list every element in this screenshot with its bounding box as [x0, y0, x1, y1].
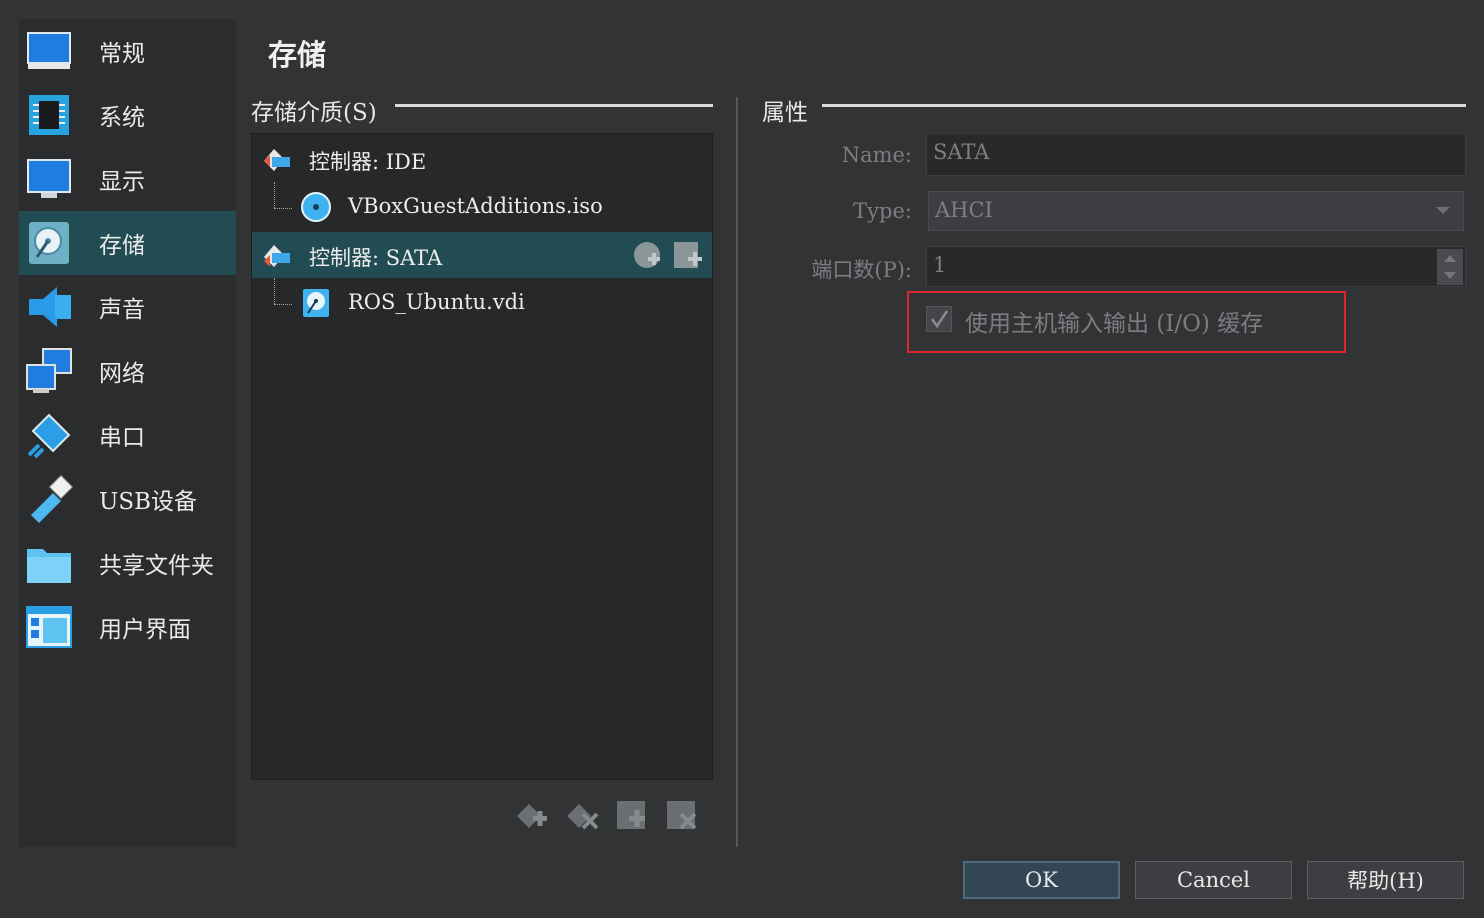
type-select-value: AHCI — [935, 198, 993, 222]
port-count-value: 1 — [933, 253, 947, 277]
ok-button[interactable]: OK — [963, 861, 1120, 899]
cancel-button[interactable]: Cancel — [1135, 861, 1292, 899]
remove-controller-icon[interactable] — [565, 798, 599, 832]
add-attachment-icon[interactable] — [615, 798, 649, 832]
usb-icon — [31, 475, 73, 523]
sidebar-item-usb[interactable]: USB设备 — [19, 467, 236, 531]
tree-item-label: VBoxGuestAdditions.iso — [348, 194, 603, 218]
sidebar-item-user-interface[interactable]: 用户界面 — [19, 595, 236, 659]
help-button[interactable]: 帮助(H) — [1307, 861, 1464, 899]
sidebar-item-label: 系统 — [99, 105, 145, 131]
section-divider — [395, 104, 713, 107]
storage-section-title: 存储介质(S) — [251, 100, 377, 126]
sidebar-item-label: 显示 — [99, 169, 145, 195]
sidebar-item-network[interactable]: 网络 — [19, 339, 236, 403]
spin-buttons[interactable] — [1437, 249, 1463, 285]
sidebar-item-audio[interactable]: 声音 — [19, 275, 236, 339]
spin-up-icon[interactable] — [1443, 254, 1457, 263]
sidebar-item-shared-folders[interactable]: 共享文件夹 — [19, 531, 236, 595]
sidebar-item-storage[interactable]: 存储 — [19, 211, 236, 275]
sidebar-item-label: 共享文件夹 — [99, 553, 214, 579]
port-count-spinbox[interactable]: 1 — [926, 246, 1466, 287]
sidebar-item-display[interactable]: 显示 — [19, 147, 236, 211]
monitor-icon — [27, 32, 71, 69]
storage-tree[interactable]: 控制器: IDE VBoxGuestAdditions.iso 控制器: SAT… — [251, 133, 713, 780]
chevron-down-icon — [1436, 207, 1450, 214]
sidebar-item-label: 存储 — [99, 233, 145, 259]
add-controller-icon[interactable] — [515, 798, 549, 832]
sidebar-item-system[interactable]: 系统 — [19, 83, 236, 147]
page-title: 存储 — [268, 38, 327, 72]
port-count-label: 端口数(P): — [811, 258, 912, 282]
tree-item-sata-controller[interactable]: 控制器: SATA — [252, 232, 712, 278]
network-icon — [26, 348, 72, 393]
chip-icon — [29, 95, 69, 135]
tree-item-label: ROS_Ubuntu.vdi — [348, 290, 525, 314]
sidebar-item-label: USB设备 — [99, 489, 198, 515]
type-select[interactable]: AHCI — [928, 191, 1464, 231]
spin-down-icon[interactable] — [1443, 271, 1457, 280]
add-optical-drive-icon[interactable] — [632, 239, 664, 271]
tree-item-hard-disk[interactable]: ROS_Ubuntu.vdi — [252, 280, 712, 326]
disk-icon — [29, 222, 69, 264]
tree-item-ide-controller[interactable]: 控制器: IDE — [252, 136, 712, 182]
add-hard-disk-icon[interactable] — [672, 239, 704, 271]
tree-item-label: 控制器: IDE — [309, 150, 427, 174]
panel-divider — [736, 97, 738, 847]
name-field[interactable]: SATA — [926, 133, 1466, 176]
tree-item-optical-disk[interactable]: VBoxGuestAdditions.iso — [252, 184, 712, 230]
settings-sidebar: 常规 系统 显示 存储 声音 网络 串口 USB设备 共享文件夹 用户界面 — [19, 19, 236, 847]
remove-attachment-icon[interactable] — [665, 798, 699, 832]
tree-item-label: 控制器: SATA — [309, 246, 443, 270]
sidebar-item-label: 声音 — [99, 297, 145, 323]
attributes-section-title: 属性 — [762, 100, 808, 126]
controller-icon — [264, 245, 290, 267]
sidebar-item-label: 串口 — [99, 425, 145, 451]
speaker-icon — [29, 287, 71, 327]
name-label: Name: — [841, 143, 912, 167]
window-icon — [26, 606, 72, 648]
sidebar-item-label: 常规 — [99, 41, 145, 67]
serial-port-icon — [27, 413, 71, 459]
display-icon — [27, 159, 71, 198]
section-divider — [822, 104, 1466, 107]
optical-disc-icon — [301, 192, 331, 222]
sidebar-item-general[interactable]: 常规 — [19, 19, 236, 83]
sidebar-item-label: 网络 — [99, 361, 145, 387]
annotation-highlight-box — [907, 291, 1346, 353]
controller-icon — [264, 149, 290, 171]
sidebar-item-serial[interactable]: 串口 — [19, 403, 236, 467]
hard-disk-icon — [303, 289, 329, 317]
type-label: Type: — [853, 199, 912, 223]
sidebar-item-label: 用户界面 — [99, 617, 191, 643]
folder-icon — [27, 549, 71, 583]
